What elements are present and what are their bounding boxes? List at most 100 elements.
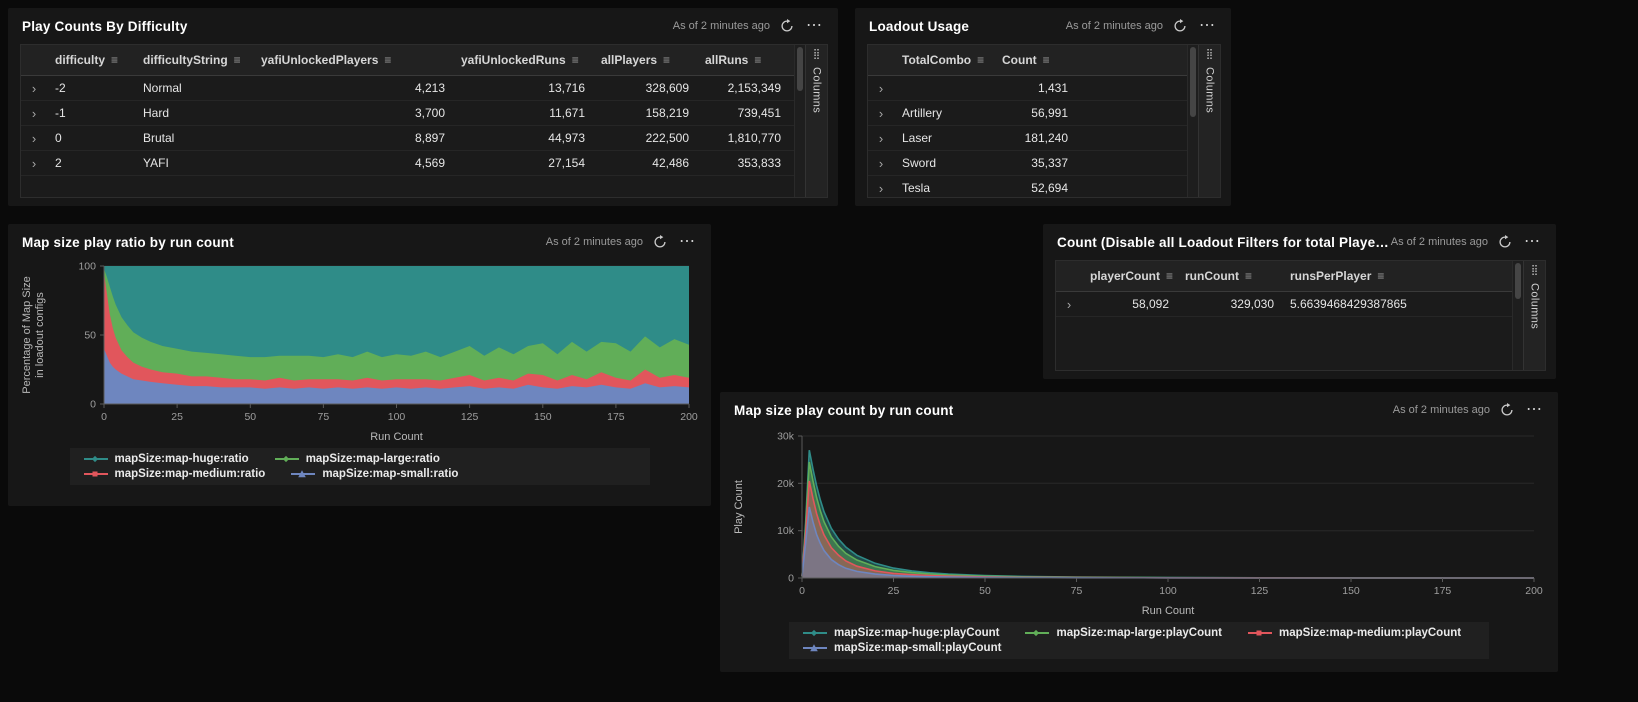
table-row[interactable]: ›-2Normal4,21313,716328,6092,153,349 [21,76,794,101]
table-row[interactable]: ›58,092329,0305.6639468429387865 [1056,292,1512,317]
column-header-label: playerCount [1090,269,1160,283]
column-menu-icon[interactable]: ≡ [1043,53,1050,67]
more-options-icon[interactable]: ⋯ [804,18,824,34]
row-expander-icon[interactable]: › [21,156,47,171]
column-menu-icon[interactable]: ≡ [111,53,118,67]
column-header-label: runCount [1185,269,1239,283]
x-tick-label: 125 [1251,585,1269,597]
row-expander-icon[interactable]: › [868,81,894,96]
table-row[interactable]: ›Artillery56,991 [868,101,1187,126]
table-header-row: playerCount≡runCount≡runsPerPlayer≡ [1056,261,1512,292]
x-tick-label: 50 [979,585,991,597]
column-menu-icon[interactable]: ≡ [384,53,391,67]
column-header-label: yafiUnlockedRuns [461,53,566,67]
row-expander-icon[interactable]: › [21,131,47,146]
legend-item-mapSize:map-large:ratio[interactable]: mapSize:map-large:ratio [275,453,440,465]
row-expander-icon[interactable]: › [21,81,47,96]
column-header-runsPerPlayer[interactable]: runsPerPlayer≡ [1282,269,1482,283]
column-header-playerCount[interactable]: playerCount ≡ [1082,269,1177,283]
table-cell: 328,609 [593,81,697,95]
x-tick-label: 200 [1525,585,1543,597]
legend-item-mapSize:map-small:ratio[interactable]: mapSize:map-small:ratio [291,468,458,480]
column-header-allPlayers[interactable]: allPlayers≡ [593,53,697,67]
chart-canvas: 0255075100125150175200010k20k30kRun Coun… [728,428,1550,620]
column-header-label: TotalCombo [902,53,971,67]
table-row[interactable]: ›1,431 [868,76,1187,101]
y-tick-label: 50 [84,330,96,342]
legend-marker-icon [1248,628,1272,638]
table-row[interactable]: ›2YAFI4,56927,15442,486353,833 [21,151,794,176]
panel-title: Map size play count by run count [734,403,953,418]
column-header-difficultyString[interactable]: difficultyString ≡ [135,53,253,67]
row-expander-icon[interactable]: › [21,106,47,121]
column-header-yafiUnlockedRuns[interactable]: yafiUnlockedRuns ≡ [453,53,593,67]
column-header-label: difficultyString [143,53,228,67]
column-header-allRuns[interactable]: allRuns≡ [697,53,789,67]
more-options-icon[interactable]: ⋯ [1197,18,1217,34]
row-expander-icon[interactable]: › [1056,297,1082,312]
columns-toggle[interactable]: ⣿ Columns [1523,261,1545,370]
line-series-mapSize:map-large:playCount [802,462,1534,578]
legend-item-mapSize:map-small:playCount[interactable]: mapSize:map-small:playCount [803,642,1001,654]
column-menu-icon[interactable]: ≡ [1377,269,1384,283]
legend-label: mapSize:map-small:ratio [322,468,458,480]
table-row[interactable]: ›0Brutal8,89744,973222,5001,810,770 [21,126,794,151]
column-menu-icon[interactable]: ≡ [1245,269,1252,283]
scrollbar-thumb[interactable] [1190,47,1196,117]
row-expander-icon[interactable]: › [868,131,894,146]
row-expander-icon[interactable]: › [868,106,894,121]
columns-toggle[interactable]: ⣿ Columns [1198,45,1220,197]
column-menu-icon[interactable]: ≡ [234,53,241,67]
column-header-yafiUnlockedPlayers[interactable]: yafiUnlockedPlayers≡ [253,53,453,67]
legend-item-mapSize:map-medium:ratio[interactable]: mapSize:map-medium:ratio [84,468,266,480]
area-series-mapSize:map-huge:playCount [802,450,1534,578]
legend-item-mapSize:map-large:playCount[interactable]: mapSize:map-large:playCount [1025,627,1222,639]
columns-label: Columns [1529,283,1541,329]
column-header-TotalCombo[interactable]: TotalCombo ≡ [894,53,994,67]
column-menu-icon[interactable]: ≡ [663,53,670,67]
table-cell: 353,833 [697,156,789,170]
legend-item-mapSize:map-huge:playCount[interactable]: mapSize:map-huge:playCount [803,627,999,639]
refresh-icon[interactable] [780,19,794,33]
more-options-icon[interactable]: ⋯ [1524,402,1544,418]
table-scrollbar[interactable] [1187,45,1198,197]
refresh-icon[interactable] [653,235,667,249]
scrollbar-thumb[interactable] [797,47,803,91]
table-row[interactable]: ›Sword35,337 [868,151,1187,176]
column-header-difficulty[interactable]: difficulty≡ [47,53,135,67]
table-row[interactable]: ›Tesla52,694 [868,176,1187,197]
table-cell: 2 [47,156,135,170]
more-options-icon[interactable]: ⋯ [1522,234,1542,250]
chart-legend: mapSize:map-huge:ratio mapSize:map-large:… [70,448,650,485]
column-menu-icon[interactable]: ≡ [572,53,579,67]
table-cell: Tesla [894,181,994,195]
column-menu-icon[interactable]: ≡ [1166,269,1173,283]
table-row[interactable]: ›Laser181,240 [868,126,1187,151]
row-expander-icon[interactable]: › [868,181,894,196]
refresh-icon[interactable] [1498,235,1512,249]
x-tick-label: 150 [1342,585,1360,597]
column-header-Count[interactable]: Count≡ [994,53,1076,67]
panel-header: Play Counts By Difficulty As of 2 minute… [8,8,838,44]
refresh-icon[interactable] [1500,403,1514,417]
column-menu-icon[interactable]: ≡ [977,53,984,67]
y-tick-label: 10k [777,525,795,537]
column-header-runCount[interactable]: runCount ≡ [1177,269,1282,283]
columns-toggle[interactable]: ⣿ Columns [805,45,827,197]
table-row[interactable]: ›-1Hard3,70011,671158,219739,451 [21,101,794,126]
row-expander-icon[interactable]: › [868,156,894,171]
refresh-icon[interactable] [1173,19,1187,33]
table-scrollbar[interactable] [794,45,805,197]
column-menu-icon[interactable]: ≡ [754,53,761,67]
panel-ratio-chart: Map size play ratio by run count As of 2… [8,224,711,506]
legend-marker-icon [84,469,108,479]
legend-item-mapSize:map-huge:ratio[interactable]: mapSize:map-huge:ratio [84,453,249,465]
grip-icon: ⣿ [813,50,820,60]
table-scrollbar[interactable] [1512,261,1523,370]
x-tick-label: 75 [1071,585,1083,597]
legend-item-mapSize:map-medium:playCount[interactable]: mapSize:map-medium:playCount [1248,627,1461,639]
scrollbar-thumb[interactable] [1515,263,1521,299]
chart-legend: mapSize:map-huge:playCount mapSize:map-la… [789,622,1489,659]
more-options-icon[interactable]: ⋯ [677,234,697,250]
table-container: playerCount≡runCount≡runsPerPlayer≡›58,0… [1055,260,1546,371]
